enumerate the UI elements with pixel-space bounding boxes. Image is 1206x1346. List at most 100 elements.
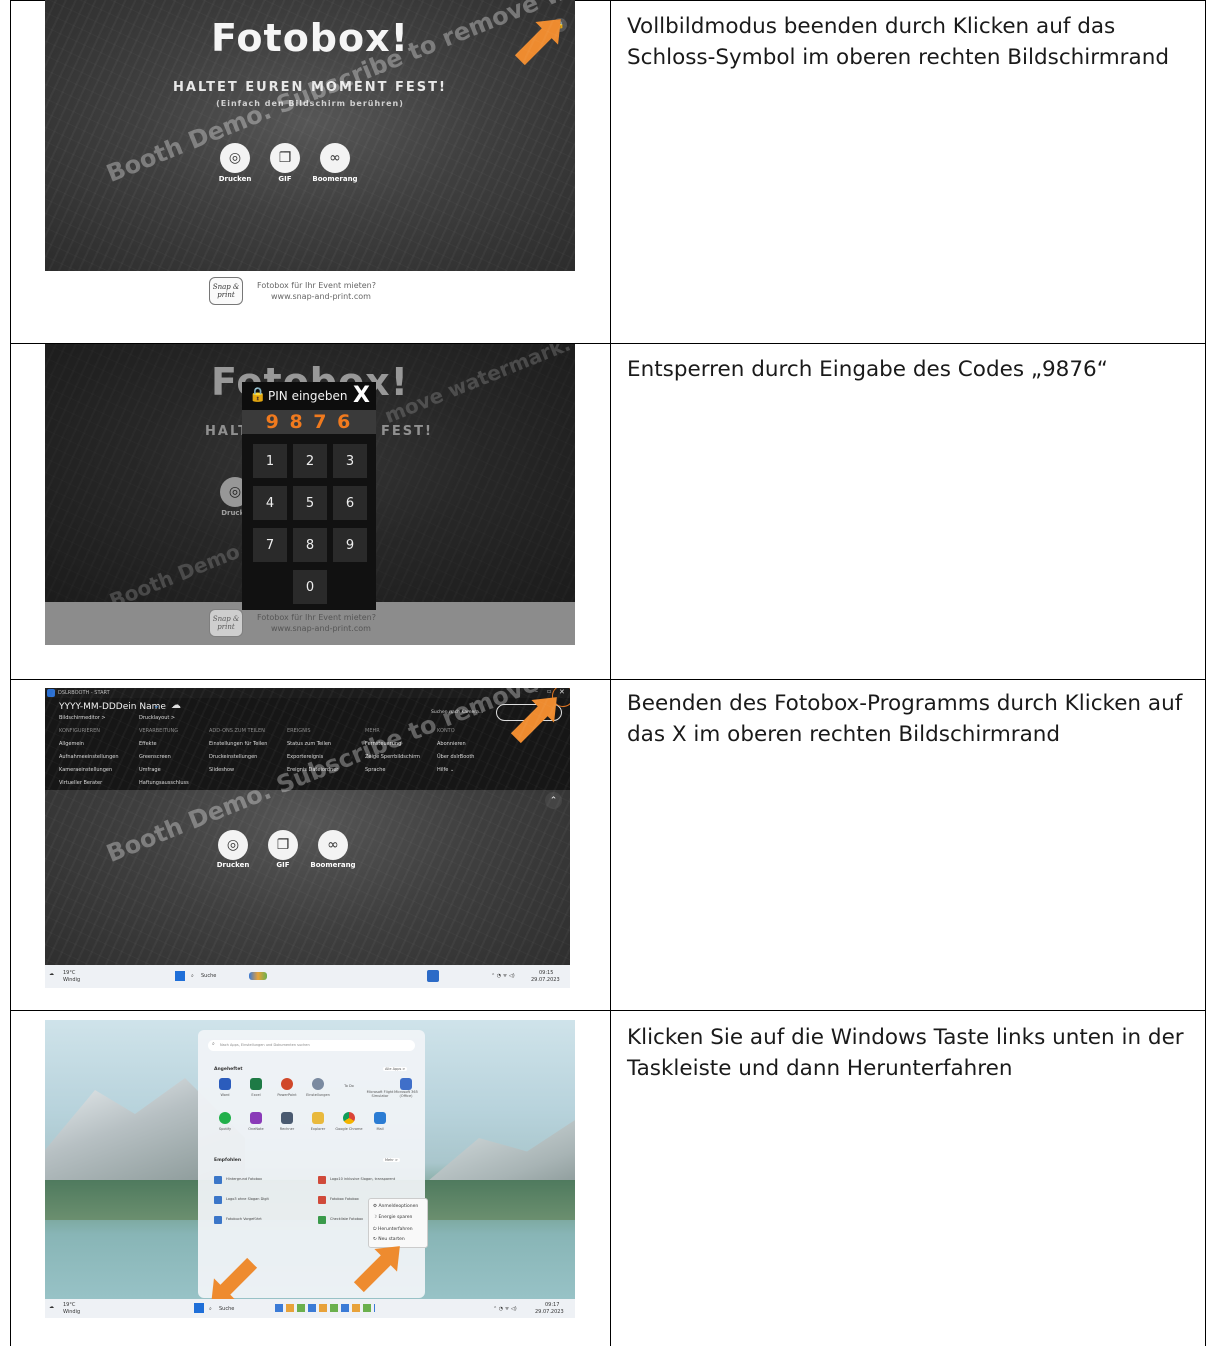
weather-icon: ☁ — [49, 1304, 54, 1310]
start-search-placeholder: Nach Apps, Einstellungen und Dokumenten … — [220, 1043, 310, 1047]
pin-code-display: 9 8 7 6 — [242, 410, 376, 434]
menu-item[interactable]: Allgemein — [59, 738, 119, 751]
event-name[interactable]: YYYY-MM-DDDein Name — [59, 702, 166, 712]
recommended-item[interactable]: Checkliste Fotobox — [330, 1217, 363, 1221]
app-label: To Do — [344, 1084, 354, 1088]
taskbar-search[interactable]: Suche — [219, 1306, 234, 1312]
menu-item[interactable]: Haftungsausschluss — [139, 777, 189, 790]
menu-item[interactable]: Slideshow — [209, 764, 267, 777]
shutdown-item[interactable]: ⏻ Herunterfahren — [373, 1226, 413, 1232]
onenote-icon[interactable] — [250, 1112, 262, 1124]
recommended-item[interactable]: Logo3 ohne Slogan Digit — [226, 1197, 269, 1201]
menu-header: VERARBEITUNG — [139, 728, 179, 734]
boomerang-button[interactable]: ∞ — [318, 830, 348, 860]
sign-in-options-item[interactable]: ⚙ Anmeldeoptionen — [373, 1204, 418, 1209]
pin-key-3[interactable]: 3 — [333, 444, 367, 478]
search-icon[interactable]: ⌕ — [209, 1306, 212, 1312]
search-icon[interactable]: ⌕ — [191, 973, 194, 979]
start-search-box[interactable]: ⌕ Nach Apps, Einstellungen und Dokumente… — [208, 1040, 415, 1051]
pin-key-8[interactable]: 8 — [293, 528, 327, 562]
calculator-icon[interactable] — [281, 1112, 293, 1124]
power-menu-label: Energie sparen — [378, 1215, 413, 1220]
power-menu: ⚙ Anmeldeoptionen ☽ Energie sparen ⏻ Her… — [368, 1198, 428, 1248]
pin-key-2[interactable]: 2 — [293, 444, 327, 478]
menu-item[interactable]: Über dslrBooth — [437, 751, 474, 764]
flight-simulator-icon[interactable] — [374, 1078, 386, 1090]
pin-key-6[interactable]: 6 — [333, 486, 367, 520]
windows-start-screenshot: ⌕ Nach Apps, Einstellungen und Dokumente… — [45, 1020, 575, 1318]
collapse-chevron-up-icon[interactable]: ⌃ — [545, 792, 562, 809]
menu-item[interactable]: Umfrage — [139, 764, 189, 777]
menu-item[interactable]: Aufnahmeeinstellungen — [59, 751, 119, 764]
row-divider-3 — [10, 1010, 1206, 1011]
settings-gear-icon[interactable] — [312, 1078, 324, 1090]
pin-key-4[interactable]: 4 — [253, 486, 287, 520]
drucken-button[interactable]: ◎ — [218, 830, 248, 860]
recommended-item[interactable]: Fotobuch Vorgeführt — [226, 1217, 262, 1221]
menu-item[interactable]: Abonnieren — [437, 738, 474, 751]
menu-item[interactable]: Sprache — [365, 764, 420, 777]
gif-button[interactable]: ❐ — [268, 830, 298, 860]
pin-key-7[interactable]: 7 — [253, 528, 287, 562]
app-label: Excel — [251, 1093, 261, 1097]
menu-item[interactable]: Kameraeinstellungen — [59, 764, 119, 777]
more-button[interactable]: Mehr > — [383, 1158, 400, 1162]
windows-start-icon[interactable] — [175, 971, 185, 981]
menu-item[interactable]: Hilfe ⌄ — [437, 764, 474, 777]
app-label: Mail — [376, 1127, 384, 1131]
app-label: Word — [220, 1093, 230, 1097]
cloud-icon[interactable]: ☁ — [171, 700, 181, 711]
pin-key-1[interactable]: 1 — [253, 444, 287, 478]
file-icon — [318, 1196, 326, 1204]
app-label: Spotify — [218, 1127, 232, 1131]
app-label: Rechner — [279, 1127, 295, 1131]
spotify-icon[interactable] — [219, 1112, 231, 1124]
menu-column-2: Drucklayout > VERARBEITUNG Effekte Green… — [139, 712, 189, 790]
clock-date: 29.07.2023 — [531, 977, 560, 983]
menu-drucklayout[interactable]: Drucklayout > — [139, 712, 189, 725]
pin-key-0[interactable]: 0 — [293, 570, 327, 604]
menu-item[interactable]: Druckeinstellungen — [209, 751, 267, 764]
snap-print-logo: Snap & print — [209, 609, 243, 637]
office-icon[interactable] — [400, 1078, 412, 1090]
tray-icons[interactable]: ⌃ ◔ ᯤ ◁) — [493, 1306, 517, 1312]
pin-key-5[interactable]: 5 — [293, 486, 327, 520]
pin-close-button[interactable]: X — [353, 383, 370, 408]
taskbar-widgets-icon[interactable] — [249, 972, 267, 980]
taskbar-search[interactable]: Suche — [201, 973, 216, 979]
drucken-button[interactable]: ◎ — [220, 143, 250, 173]
menu-bildschirmeditor[interactable]: Bildschirmeditor > — [59, 712, 119, 725]
footer-line-1: Fotobox für Ihr Event mieten? — [257, 281, 376, 290]
weather-icon: ☁ — [49, 971, 54, 977]
windows-start-icon[interactable] — [194, 1303, 204, 1313]
gallery-icon: ❐ — [278, 150, 292, 166]
weather-desc: Windig — [63, 977, 81, 983]
menu-item[interactable]: Effekte — [139, 738, 189, 751]
power-menu-label: Herunterfahren — [378, 1227, 413, 1232]
pin-key-9[interactable]: 9 — [333, 528, 367, 562]
recommended-item[interactable]: Hintergrund Fotobox — [226, 1177, 262, 1181]
word-icon[interactable] — [219, 1078, 231, 1090]
instruction-1: Vollbildmodus beenden durch Klicken auf … — [627, 14, 1169, 70]
chrome-icon[interactable] — [343, 1112, 355, 1124]
window-title: DSLRBOOTH - START — [58, 690, 110, 696]
boomerang-button[interactable]: ∞ — [320, 143, 350, 173]
menu-item[interactable]: Virtueller Berater — [59, 777, 119, 790]
sleep-item[interactable]: ☽ Energie sparen — [373, 1215, 412, 1220]
gallery-icon: ❐ — [276, 837, 290, 853]
recommended-item[interactable]: Fotobox Fotobox — [330, 1197, 359, 1201]
mail-icon[interactable] — [374, 1112, 386, 1124]
chevron-down-icon[interactable]: ⌄ — [153, 701, 160, 710]
all-apps-button[interactable]: Alle Apps > — [383, 1067, 408, 1071]
menu-item[interactable]: Greenscreen — [139, 751, 189, 764]
recommended-item[interactable]: Logo10 inklusive Slogan, transparent — [330, 1177, 410, 1181]
excel-icon[interactable] — [250, 1078, 262, 1090]
dslrbooth-taskbar-icon[interactable] — [427, 970, 439, 982]
tray-icons[interactable]: ⌃ ◔ ᯤ ◁) — [491, 973, 515, 979]
taskbar-pinned-apps[interactable] — [275, 1304, 375, 1312]
menu-item[interactable]: Einstellungen für Teilen — [209, 738, 267, 751]
fotobox-start-screenshot: Fotobox! HALTET EUREN MOMENT FEST! (Einf… — [45, 0, 575, 271]
gif-button[interactable]: ❐ — [270, 143, 300, 173]
powerpoint-icon[interactable] — [281, 1078, 293, 1090]
explorer-folder-icon[interactable] — [312, 1112, 324, 1124]
